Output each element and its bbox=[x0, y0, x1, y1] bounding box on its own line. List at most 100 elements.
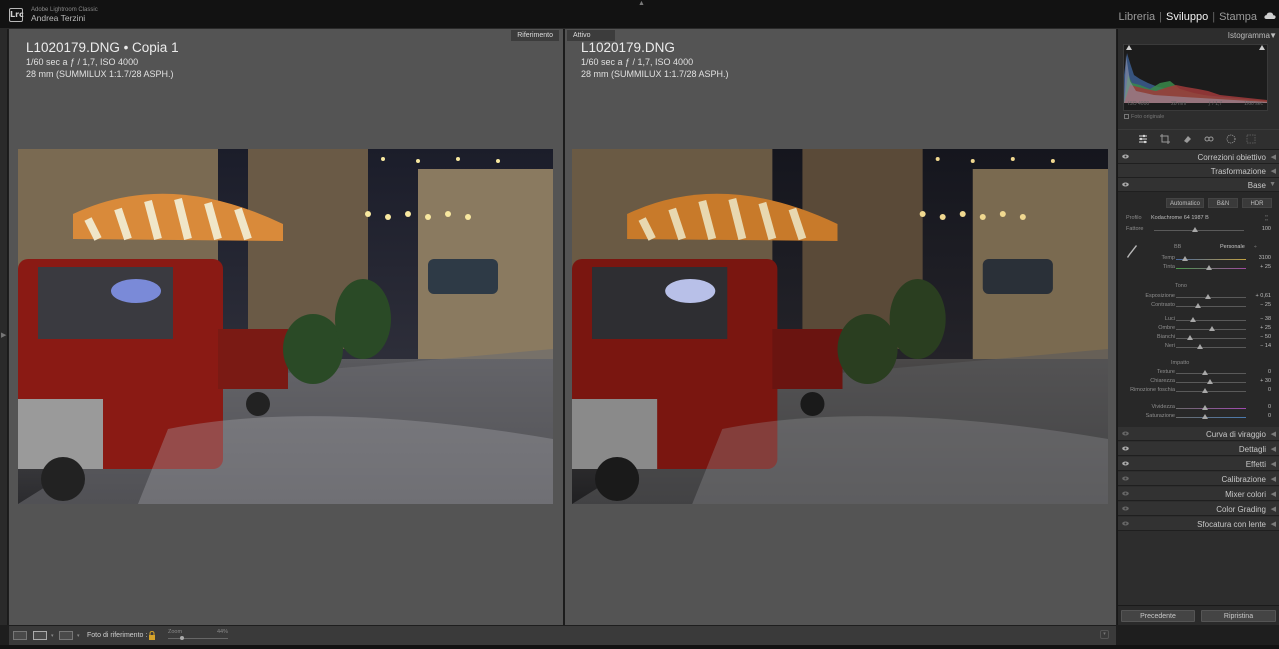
eye-icon[interactable] bbox=[1122, 445, 1129, 452]
blacks-value[interactable]: − 14 bbox=[1260, 343, 1271, 349]
dehaze-slider[interactable]: Rimozione foschia 0 bbox=[1118, 387, 1279, 396]
section-expand-icon[interactable]: ◀ bbox=[1271, 460, 1276, 468]
whites-slider[interactable]: Bianchi − 50 bbox=[1118, 334, 1279, 343]
hdr-button[interactable]: HDR bbox=[1242, 198, 1272, 208]
section-effects[interactable]: Effetti ◀ bbox=[1118, 457, 1279, 471]
exposure-handle[interactable] bbox=[1205, 294, 1211, 299]
whites-handle[interactable] bbox=[1187, 335, 1193, 340]
eye-icon[interactable] bbox=[1122, 430, 1129, 437]
wb-dropdown-icon[interactable]: ÷ bbox=[1254, 244, 1257, 250]
loupe-view-icon[interactable] bbox=[13, 631, 27, 640]
histogram-collapse-icon[interactable]: ▼ bbox=[1269, 31, 1277, 40]
blacks-handle[interactable] bbox=[1197, 344, 1203, 349]
highlights-handle[interactable] bbox=[1190, 317, 1196, 322]
healing-eraser-icon[interactable] bbox=[1182, 134, 1192, 144]
section-color-grading[interactable]: Color Grading ◀ bbox=[1118, 502, 1279, 516]
range-icon[interactable] bbox=[1246, 134, 1256, 144]
tint-handle[interactable] bbox=[1206, 265, 1212, 270]
module-print[interactable]: Stampa bbox=[1219, 11, 1257, 23]
saturation-track[interactable] bbox=[1176, 417, 1246, 418]
before-after-view-icon[interactable] bbox=[33, 631, 47, 640]
dehaze-value[interactable]: 0 bbox=[1268, 387, 1271, 393]
section-expand-icon[interactable]: ◀ bbox=[1271, 430, 1276, 438]
clarity-value[interactable]: + 30 bbox=[1260, 378, 1271, 384]
section-expand-icon[interactable]: ◀ bbox=[1271, 505, 1276, 513]
amount-handle[interactable] bbox=[1192, 227, 1198, 232]
blacks-slider[interactable]: Neri − 14 bbox=[1118, 343, 1279, 352]
amount-value[interactable]: 100 bbox=[1262, 226, 1271, 232]
red-eye-icon[interactable] bbox=[1204, 134, 1214, 144]
profile-browser-icon[interactable]: ▪▪ ▪▪ bbox=[1265, 214, 1268, 222]
section-basic[interactable]: Base ▼ bbox=[1118, 178, 1279, 192]
exposure-track[interactable] bbox=[1176, 297, 1246, 298]
section-expand-icon[interactable]: ◀ bbox=[1271, 445, 1276, 453]
texture-track[interactable] bbox=[1176, 373, 1246, 374]
whites-value[interactable]: − 50 bbox=[1260, 334, 1271, 340]
eye-icon[interactable] bbox=[1122, 475, 1129, 482]
collapse-top-panel-icon[interactable]: ▲ bbox=[638, 0, 645, 7]
original-photo-toggle[interactable]: Foto originale bbox=[1124, 114, 1164, 120]
tint-value[interactable]: + 25 bbox=[1260, 264, 1271, 270]
vibrance-handle[interactable] bbox=[1202, 405, 1208, 410]
section-calibration[interactable]: Calibrazione ◀ bbox=[1118, 472, 1279, 486]
profile-row[interactable]: Profilo Kodachrome 64 1987 B ▪▪ ▪▪ bbox=[1118, 214, 1279, 224]
shadows-handle[interactable] bbox=[1209, 326, 1215, 331]
dehaze-handle[interactable] bbox=[1202, 388, 1208, 393]
zoom-slider-track[interactable] bbox=[168, 638, 228, 639]
tint-slider[interactable]: Tinta + 25 bbox=[1118, 264, 1279, 273]
shadows-value[interactable]: + 25 bbox=[1260, 325, 1271, 331]
active-photo[interactable] bbox=[572, 149, 1108, 504]
eye-icon[interactable] bbox=[1122, 181, 1129, 188]
highlights-slider[interactable]: Luci − 38 bbox=[1118, 316, 1279, 325]
saturation-slider[interactable]: Saturazione 0 bbox=[1118, 413, 1279, 422]
auto-button[interactable]: Automatico bbox=[1166, 198, 1204, 208]
cloud-icon[interactable] bbox=[1264, 12, 1276, 19]
module-library[interactable]: Libreria bbox=[1118, 11, 1155, 23]
original-photo-checkbox[interactable] bbox=[1124, 114, 1129, 120]
amount-slider[interactable]: Fattore 100 bbox=[1118, 226, 1279, 235]
section-expand-icon[interactable]: ◀ bbox=[1271, 520, 1276, 528]
histogram-header[interactable]: Istogramma ▼ bbox=[1118, 29, 1279, 42]
contrast-track[interactable] bbox=[1176, 306, 1246, 307]
lock-icon[interactable] bbox=[148, 631, 156, 640]
module-develop[interactable]: Sviluppo bbox=[1166, 11, 1208, 23]
vibrance-track[interactable] bbox=[1176, 408, 1246, 409]
view-mode-chevron-icon[interactable]: ▾ bbox=[51, 633, 54, 639]
section-color-mixer[interactable]: Mixer colori ◀ bbox=[1118, 487, 1279, 501]
histogram[interactable]: ISO 4000 28 mm ƒ / 1,7 1/60 sec bbox=[1123, 44, 1268, 111]
saturation-value[interactable]: 0 bbox=[1268, 413, 1271, 419]
blacks-track[interactable] bbox=[1176, 347, 1246, 348]
vibrance-value[interactable]: 0 bbox=[1268, 404, 1271, 410]
section-expand-icon[interactable]: ◀ bbox=[1271, 475, 1276, 483]
active-pane[interactable]: Attivo L1020179.DNG 1/60 sec a ƒ / 1,7, … bbox=[565, 29, 1116, 625]
shadows-slider[interactable]: Ombre + 25 bbox=[1118, 325, 1279, 334]
section-lens-blur[interactable]: Sfocatura con lente ◀ bbox=[1118, 517, 1279, 531]
section-tone-curve[interactable]: Curva di viraggio ◀ bbox=[1118, 427, 1279, 441]
reference-photo[interactable] bbox=[18, 149, 553, 504]
profile-value[interactable]: Kodachrome 64 1987 B bbox=[1151, 215, 1209, 221]
section-expand-icon[interactable]: ◀ bbox=[1271, 153, 1276, 161]
wb-row[interactable]: BB Personale ÷ bbox=[1118, 244, 1279, 253]
exposure-slider[interactable]: Esposizione + 0,61 bbox=[1118, 293, 1279, 302]
wb-value[interactable]: Personale bbox=[1220, 244, 1245, 250]
zoom-slider-handle[interactable] bbox=[180, 636, 184, 640]
vibrance-slider[interactable]: Vividezza 0 bbox=[1118, 404, 1279, 413]
exposure-value[interactable]: + 0,61 bbox=[1256, 293, 1271, 299]
section-detail[interactable]: Dettagli ◀ bbox=[1118, 442, 1279, 456]
highlights-track[interactable] bbox=[1176, 320, 1246, 321]
left-panel-collapsed[interactable]: ▶ bbox=[0, 29, 8, 625]
reference-pane[interactable]: Riferimento L1020179.DNG • Copia 1 1/60 … bbox=[9, 29, 563, 625]
swap-before-after-icon[interactable] bbox=[59, 631, 73, 640]
expand-left-panel-icon[interactable]: ▶ bbox=[1, 331, 6, 339]
texture-value[interactable]: 0 bbox=[1268, 369, 1271, 375]
saturation-handle[interactable] bbox=[1202, 414, 1208, 419]
temp-handle[interactable] bbox=[1182, 256, 1188, 261]
temp-value[interactable]: 3100 bbox=[1259, 255, 1271, 261]
eye-icon[interactable] bbox=[1122, 460, 1129, 467]
eye-icon[interactable] bbox=[1122, 153, 1129, 160]
contrast-slider[interactable]: Contrasto − 25 bbox=[1118, 302, 1279, 311]
masking-icon[interactable] bbox=[1226, 134, 1236, 144]
highlights-value[interactable]: − 38 bbox=[1260, 316, 1271, 322]
section-expand-icon[interactable]: ◀ bbox=[1271, 167, 1276, 175]
dehaze-track[interactable] bbox=[1176, 391, 1246, 392]
